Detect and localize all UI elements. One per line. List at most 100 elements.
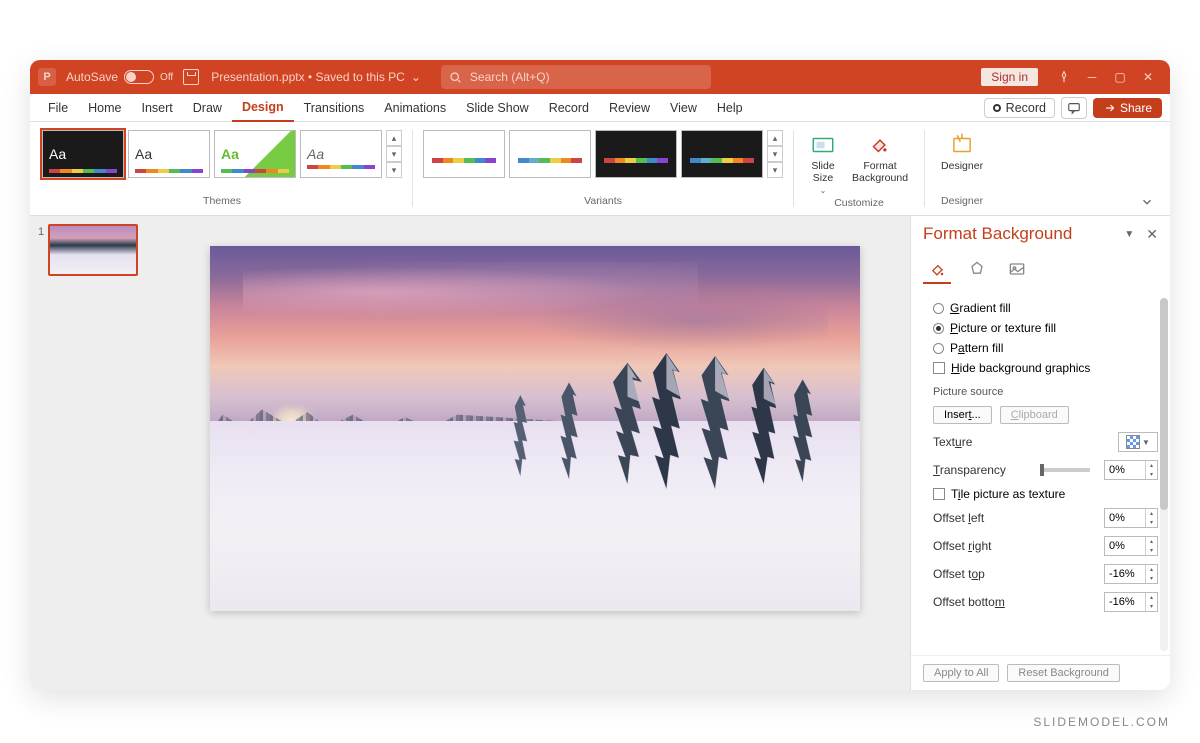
trees-illustration <box>210 348 860 494</box>
chevron-down-icon[interactable]: ⌄ <box>411 70 421 84</box>
tab-insert[interactable]: Insert <box>132 94 183 122</box>
pane-menu-caret[interactable]: ▼ <box>1124 229 1134 240</box>
app-icon: P <box>38 68 56 86</box>
variant-thumb-3[interactable] <box>595 130 677 178</box>
apply-all-button[interactable]: Apply to All <box>923 664 999 682</box>
designer-icon <box>949 132 975 158</box>
pane-close-button[interactable]: ✕ <box>1146 226 1158 243</box>
pane-scrollbar[interactable] <box>1160 298 1168 651</box>
transparency-input[interactable]: 0%▴▾ <box>1104 460 1158 480</box>
theme-thumb-2[interactable]: Aa <box>128 130 210 178</box>
hide-graphics-option[interactable]: Hide background graphics <box>933 358 1158 378</box>
ribbon: Aa Aa Aa Aa ▴▾▾ Themes ▴▾▾ Variants <box>30 122 1170 216</box>
theme-thumb-1[interactable]: Aa <box>42 130 124 178</box>
maximize-button[interactable]: ▢ <box>1106 64 1134 90</box>
tab-animations[interactable]: Animations <box>374 94 456 122</box>
offset-left-input[interactable]: 0%▴▾ <box>1104 508 1158 528</box>
tab-home[interactable]: Home <box>78 94 131 122</box>
tab-transitions[interactable]: Transitions <box>294 94 375 122</box>
customize-label: Customize <box>834 197 884 211</box>
picture-source-label: Picture source <box>933 378 1158 402</box>
pane-header: Format Background ▼ ✕ <box>911 216 1170 252</box>
slide-size-button[interactable]: Slide Size ⌄ <box>804 130 842 197</box>
minimize-button[interactable]: ─ <box>1078 64 1106 90</box>
ribbon-expand-button[interactable] <box>1140 126 1164 211</box>
tab-view[interactable]: View <box>660 94 707 122</box>
clipboard-button[interactable]: Clipboard <box>1000 406 1069 424</box>
transparency-label: Transparency <box>933 463 1026 477</box>
search-placeholder: Search (Alt+Q) <box>470 70 550 84</box>
fill-tab[interactable] <box>923 256 951 284</box>
record-label: Record <box>1006 101 1046 115</box>
tab-draw[interactable]: Draw <box>183 94 232 122</box>
designer-label: Designer <box>941 195 983 209</box>
slide-size-label: Slide Size <box>811 160 834 184</box>
share-button[interactable]: Share <box>1093 98 1162 118</box>
slide-canvas[interactable] <box>210 246 860 611</box>
format-bg-label: Format Background <box>852 160 908 184</box>
tab-design[interactable]: Design <box>232 94 294 122</box>
comments-button[interactable] <box>1061 97 1087 119</box>
transparency-slider[interactable] <box>1040 468 1090 472</box>
share-label: Share <box>1120 101 1152 115</box>
save-icon[interactable] <box>183 69 199 85</box>
offset-bottom-input[interactable]: -16%▴▾ <box>1104 592 1158 612</box>
tab-help[interactable]: Help <box>707 94 753 122</box>
workspace: 1 <box>30 216 1170 690</box>
themes-more[interactable]: ▴▾▾ <box>386 130 402 178</box>
slide-thumbnails-panel: 1 <box>30 216 160 690</box>
designer-group: Designer Designer <box>929 126 995 211</box>
document-title[interactable]: Presentation.pptx • Saved to this PC <box>211 70 405 84</box>
offset-right-label: Offset right <box>933 539 1096 553</box>
slide-number: 1 <box>38 224 44 238</box>
autosave-toggle[interactable]: AutoSave Off <box>66 70 173 84</box>
themes-group: Aa Aa Aa Aa ▴▾▾ Themes <box>36 126 408 211</box>
tab-record[interactable]: Record <box>539 94 599 122</box>
tile-option[interactable]: Tile picture as texture <box>933 484 1158 504</box>
autosave-label: AutoSave <box>66 70 118 84</box>
picture-tab[interactable] <box>1003 256 1031 284</box>
tab-file[interactable]: File <box>38 94 78 122</box>
title-bar: P AutoSave Off Presentation.pptx • Saved… <box>30 60 1170 94</box>
texture-picker[interactable]: ▼ <box>1118 432 1158 452</box>
record-button[interactable]: Record <box>984 98 1055 118</box>
format-background-button[interactable]: Format Background <box>846 130 914 186</box>
variants-more[interactable]: ▴▾▾ <box>767 130 783 178</box>
pattern-fill-option[interactable]: Pattern fill <box>933 338 1158 358</box>
pane-tabs <box>911 252 1170 294</box>
slide-size-icon <box>810 132 836 158</box>
signin-button[interactable]: Sign in <box>981 68 1038 86</box>
search-box[interactable]: Search (Alt+Q) <box>441 65 711 89</box>
theme-thumb-3[interactable]: Aa <box>214 130 296 178</box>
format-background-pane: Format Background ▼ ✕ GGradient fillradi… <box>910 216 1170 690</box>
offset-top-label: Offset top <box>933 567 1096 581</box>
watermark: SLIDEMODEL.COM <box>1033 715 1170 729</box>
search-icon <box>449 71 462 84</box>
close-button[interactable]: ✕ <box>1134 64 1162 90</box>
slide-thumb-1[interactable]: 1 <box>38 224 152 276</box>
variant-thumb-2[interactable] <box>509 130 591 178</box>
offset-right-input[interactable]: 0%▴▾ <box>1104 536 1158 556</box>
effects-tab[interactable] <box>963 256 991 284</box>
variant-thumb-1[interactable] <box>423 130 505 178</box>
theme-thumb-4[interactable]: Aa <box>300 130 382 178</box>
insert-button[interactable]: Insert... <box>933 406 992 424</box>
variant-thumb-4[interactable] <box>681 130 763 178</box>
designer-button[interactable]: Designer <box>935 130 989 174</box>
format-bg-icon <box>867 132 893 158</box>
variants-group: ▴▾▾ Variants <box>417 126 789 211</box>
slide-thumbnail-image <box>48 224 138 276</box>
pane-body: GGradient fillradient fill Picture or te… <box>911 294 1170 655</box>
reset-bg-button[interactable]: Reset Background <box>1007 664 1120 682</box>
texture-label: Texture <box>933 435 1110 449</box>
gradient-fill-option[interactable]: GGradient fillradient fill <box>933 298 1158 318</box>
variants-label: Variants <box>584 195 622 209</box>
offset-top-input[interactable]: -16%▴▾ <box>1104 564 1158 584</box>
pane-footer: Apply to All Reset Background <box>911 655 1170 690</box>
picture-fill-option[interactable]: Picture or texture fill <box>933 318 1158 338</box>
mic-icon[interactable] <box>1050 64 1078 90</box>
menu-bar: File Home Insert Draw Design Transitions… <box>30 94 1170 122</box>
app-window: P AutoSave Off Presentation.pptx • Saved… <box>30 60 1170 690</box>
tab-slideshow[interactable]: Slide Show <box>456 94 539 122</box>
tab-review[interactable]: Review <box>599 94 660 122</box>
